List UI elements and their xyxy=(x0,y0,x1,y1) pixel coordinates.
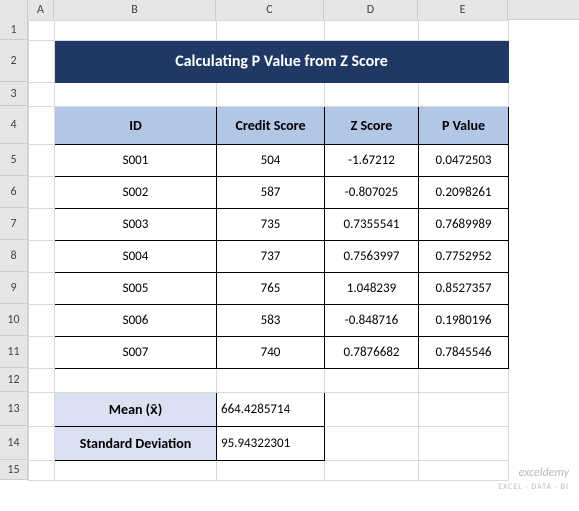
title-cell[interactable]: Calculating P Value from Z Score xyxy=(55,41,509,83)
table-row: S005 765 1.048239 0.8527357 xyxy=(29,273,509,305)
cell-id[interactable]: S007 xyxy=(55,337,217,369)
row-header-4[interactable]: 4 xyxy=(0,106,27,144)
row-header-12[interactable]: 12 xyxy=(0,368,27,392)
header-p[interactable]: P Value xyxy=(419,107,509,145)
cell-p[interactable]: 0.2098261 xyxy=(419,177,509,209)
cell-p[interactable]: 0.7752952 xyxy=(419,241,509,273)
cell-z[interactable]: 1.048239 xyxy=(325,273,419,305)
row-header-3[interactable]: 3 xyxy=(0,82,27,106)
row-headers: 123456789101112131415 xyxy=(0,20,28,480)
table-row: S002 587 -0.807025 0.2098261 xyxy=(29,177,509,209)
mean-label[interactable]: Mean (x̄) xyxy=(55,393,217,427)
cell-z[interactable]: 0.7563997 xyxy=(325,241,419,273)
select-all-corner[interactable] xyxy=(0,0,28,20)
row-header-2[interactable]: 2 xyxy=(0,40,27,82)
cell-credit[interactable]: 583 xyxy=(217,305,325,337)
header-z[interactable]: Z Score xyxy=(325,107,419,145)
cell-credit[interactable]: 737 xyxy=(217,241,325,273)
cell-z[interactable]: 0.7355541 xyxy=(325,209,419,241)
row-header-11[interactable]: 11 xyxy=(0,336,27,368)
cell-p[interactable]: 0.0472503 xyxy=(419,145,509,177)
cell-id[interactable]: S005 xyxy=(55,273,217,305)
col-header-B[interactable]: B xyxy=(54,0,216,20)
cell-p[interactable]: 0.1980196 xyxy=(419,305,509,337)
spreadsheet: A B C D E 123456789101112131415 Calculat… xyxy=(0,0,579,511)
cell-id[interactable]: S003 xyxy=(55,209,217,241)
cell-credit[interactable]: 504 xyxy=(217,145,325,177)
cell-id[interactable]: S001 xyxy=(55,145,217,177)
cell-p[interactable]: 0.8527357 xyxy=(419,273,509,305)
cell-p[interactable]: 0.7845546 xyxy=(419,337,509,369)
table-row: S004 737 0.7563997 0.7752952 xyxy=(29,241,509,273)
row-header-14[interactable]: 14 xyxy=(0,426,27,460)
table-row: S001 504 -1.67212 0.0472503 xyxy=(29,145,509,177)
sd-value[interactable]: 95.94322301 xyxy=(217,427,325,461)
cell-z[interactable]: -0.848716 xyxy=(325,305,419,337)
header-credit[interactable]: Credit Score xyxy=(217,107,325,145)
cell-credit[interactable]: 740 xyxy=(217,337,325,369)
row-header-15[interactable]: 15 xyxy=(0,460,27,480)
cell-credit[interactable]: 765 xyxy=(217,273,325,305)
grid-area[interactable]: Calculating P Value from Z Score ID Cred… xyxy=(28,20,579,511)
cell-p[interactable]: 0.7689989 xyxy=(419,209,509,241)
row-header-8[interactable]: 8 xyxy=(0,240,27,272)
row-header-5[interactable]: 5 xyxy=(0,144,27,176)
mean-value[interactable]: 664.4285714 xyxy=(217,393,325,427)
col-header-A[interactable]: A xyxy=(28,0,54,20)
cell-id[interactable]: S006 xyxy=(55,305,217,337)
cell-z[interactable]: -0.807025 xyxy=(325,177,419,209)
table-row: S006 583 -0.848716 0.1980196 xyxy=(29,305,509,337)
cell-z[interactable]: 0.7876682 xyxy=(325,337,419,369)
row-header-9[interactable]: 9 xyxy=(0,272,27,304)
cell-credit[interactable]: 735 xyxy=(217,209,325,241)
sd-label[interactable]: Standard Deviation xyxy=(55,427,217,461)
header-id[interactable]: ID xyxy=(55,107,217,145)
row-header-1[interactable]: 1 xyxy=(0,20,27,40)
column-headers: A B C D E xyxy=(0,0,579,20)
col-header-D[interactable]: D xyxy=(324,0,418,20)
cell-z[interactable]: -1.67212 xyxy=(325,145,419,177)
row-header-7[interactable]: 7 xyxy=(0,208,27,240)
cell-credit[interactable]: 587 xyxy=(217,177,325,209)
col-header-C[interactable]: C xyxy=(216,0,324,20)
row-header-13[interactable]: 13 xyxy=(0,392,27,426)
col-header-E[interactable]: E xyxy=(418,0,508,20)
table-row: S003 735 0.7355541 0.7689989 xyxy=(29,209,509,241)
row-header-6[interactable]: 6 xyxy=(0,176,27,208)
row-header-10[interactable]: 10 xyxy=(0,304,27,336)
cell-id[interactable]: S002 xyxy=(55,177,217,209)
cell-id[interactable]: S004 xyxy=(55,241,217,273)
grid-table: Calculating P Value from Z Score ID Cred… xyxy=(28,20,509,481)
table-row: S007 740 0.7876682 0.7845546 xyxy=(29,337,509,369)
